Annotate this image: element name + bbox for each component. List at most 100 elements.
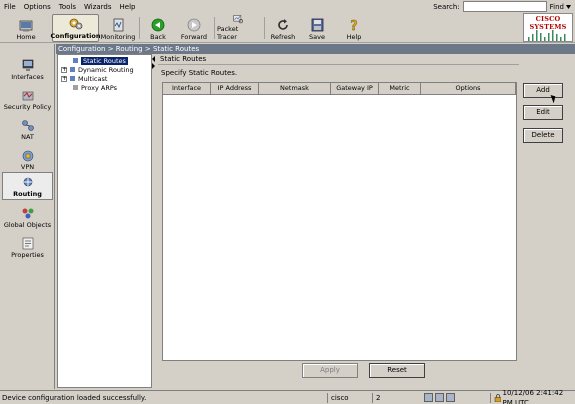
interfaces-icon — [22, 59, 33, 71]
svg-text:?: ? — [350, 19, 358, 32]
table-header: Interface IP Address Netmask Gateway IP … — [163, 83, 516, 95]
help-icon: ? — [350, 19, 358, 32]
route-icon — [73, 58, 78, 63]
nav-item-interfaces[interactable]: Interfaces — [2, 54, 53, 82]
proxy-arp-icon — [73, 85, 78, 90]
column-gateway-ip[interactable]: Gateway IP — [331, 83, 379, 95]
left-navigation: Interfaces Security Policy NAT VPN Routi… — [0, 44, 55, 389]
lock-icon — [494, 394, 501, 402]
save-icon — [311, 18, 324, 32]
main-panel: Static Routes Specify Static Routes. Int… — [155, 54, 575, 388]
tree-label: Dynamic Routing — [78, 65, 134, 74]
monitoring-icon — [113, 18, 124, 32]
monitoring-label: Monitoring — [100, 33, 136, 41]
column-netmask[interactable]: Netmask — [259, 83, 331, 95]
back-button[interactable]: Back — [144, 14, 172, 42]
home-button[interactable]: Home — [8, 14, 44, 42]
tree-label: Multicast — [78, 74, 108, 83]
global-objects-icon — [22, 208, 33, 219]
tree-item-static-routes[interactable]: Static Routes — [72, 56, 128, 65]
nav-item-routing[interactable]: Routing — [2, 172, 53, 200]
route-icon — [70, 76, 75, 81]
tree-item-proxy-arps[interactable]: Proxy ARPs — [72, 83, 117, 92]
search-label: Search: — [433, 2, 460, 11]
nav-label-global-objects: Global Objects — [3, 221, 52, 229]
static-routes-table[interactable]: Interface IP Address Netmask Gateway IP … — [162, 82, 517, 361]
nat-icon — [21, 120, 34, 131]
packet-tracer-icon — [233, 15, 243, 24]
navigation-tree: Static Routes + Dynamic Routing + Multic… — [57, 54, 152, 388]
edit-button[interactable]: Edit — [523, 105, 563, 120]
menu-tools[interactable]: Tools — [55, 3, 80, 11]
routing-icon — [23, 177, 32, 187]
delete-button[interactable]: Delete — [523, 128, 563, 143]
toolbar: Home Configuration Monitoring Back Forwa… — [0, 13, 575, 43]
column-interface[interactable]: Interface — [163, 83, 211, 95]
apply-button[interactable]: Apply — [302, 363, 358, 378]
tree-label: Static Routes — [81, 56, 128, 65]
forward-button[interactable]: Forward — [177, 14, 211, 42]
tree-item-dynamic-routing[interactable]: + Dynamic Routing — [61, 65, 134, 74]
breadcrumb: Configuration > Routing > Static Routes — [56, 44, 575, 54]
packet-tracer-label: Packet Tracer — [217, 25, 239, 41]
nav-item-vpn[interactable]: VPN — [2, 144, 53, 172]
properties-icon — [22, 237, 33, 250]
column-ip-address[interactable]: IP Address — [211, 83, 259, 95]
toolbar-separator — [264, 17, 265, 39]
search-area: Search: Find — [433, 1, 571, 12]
find-button[interactable]: Find — [550, 3, 571, 11]
menu-bar: File Options Tools Wizards Help Search: … — [0, 0, 575, 13]
reset-button[interactable]: Reset — [369, 363, 425, 378]
nav-item-global-objects[interactable]: Global Objects — [2, 202, 53, 230]
back-arrow-icon — [151, 18, 165, 32]
instruction-text: Specify Static Routes. — [161, 69, 238, 77]
save-label: Save — [309, 33, 325, 41]
find-label: Find — [549, 2, 564, 11]
configuration-label: Configuration — [50, 32, 101, 40]
section-divider — [158, 64, 519, 65]
vpn-icon — [22, 150, 33, 162]
nav-item-nat[interactable]: NAT — [2, 114, 53, 142]
nav-item-security-policy[interactable]: Security Policy — [2, 84, 53, 112]
status-privilege: 2 — [372, 393, 418, 403]
monitoring-button[interactable]: Monitoring — [101, 14, 135, 42]
add-button[interactable]: Add — [523, 83, 563, 98]
route-icon — [70, 67, 75, 72]
menu-options[interactable]: Options — [20, 3, 55, 11]
chevron-down-icon — [566, 4, 571, 9]
toolbar-separator — [139, 17, 140, 39]
configuration-button[interactable]: Configuration — [50, 14, 101, 42]
menu-help[interactable]: Help — [116, 3, 140, 11]
save-button[interactable]: Save — [303, 14, 331, 42]
tree-label: Proxy ARPs — [81, 83, 118, 92]
expand-icon[interactable]: + — [61, 66, 67, 73]
menu-wizards[interactable]: Wizards — [80, 3, 116, 11]
nav-label-properties: Properties — [11, 251, 44, 259]
nav-label-nat: NAT — [21, 133, 34, 141]
status-message: Device configuration loaded successfully… — [2, 394, 147, 402]
status-datetime-cell: 10/12/06 2:41:42 PM UTC — [490, 389, 575, 404]
column-options[interactable]: Options — [421, 83, 516, 95]
menu-file[interactable]: File — [0, 3, 20, 11]
forward-label: Forward — [180, 33, 208, 41]
refresh-button[interactable]: Refresh — [268, 14, 298, 42]
device-status-icon — [435, 393, 444, 402]
nav-item-properties[interactable]: Properties — [2, 232, 53, 260]
help-label: Help — [346, 33, 362, 41]
packet-tracer-button[interactable]: Packet Tracer — [217, 14, 259, 42]
help-button[interactable]: ? Help — [340, 14, 368, 42]
save-status-icon — [446, 393, 455, 402]
back-label: Back — [150, 33, 166, 41]
forward-arrow-icon — [187, 18, 201, 32]
tree-item-multicast[interactable]: + Multicast — [61, 74, 107, 83]
nav-label-interfaces: Interfaces — [11, 73, 44, 81]
nav-label-vpn: VPN — [20, 163, 35, 171]
status-icons — [424, 393, 455, 402]
logo-bars-icon — [528, 30, 566, 41]
home-icon — [19, 20, 33, 32]
nav-label-routing: Routing — [13, 190, 42, 198]
search-input[interactable] — [462, 1, 547, 12]
toolbar-separator — [214, 17, 215, 39]
expand-icon[interactable]: + — [61, 75, 67, 82]
column-metric[interactable]: Metric — [379, 83, 421, 95]
